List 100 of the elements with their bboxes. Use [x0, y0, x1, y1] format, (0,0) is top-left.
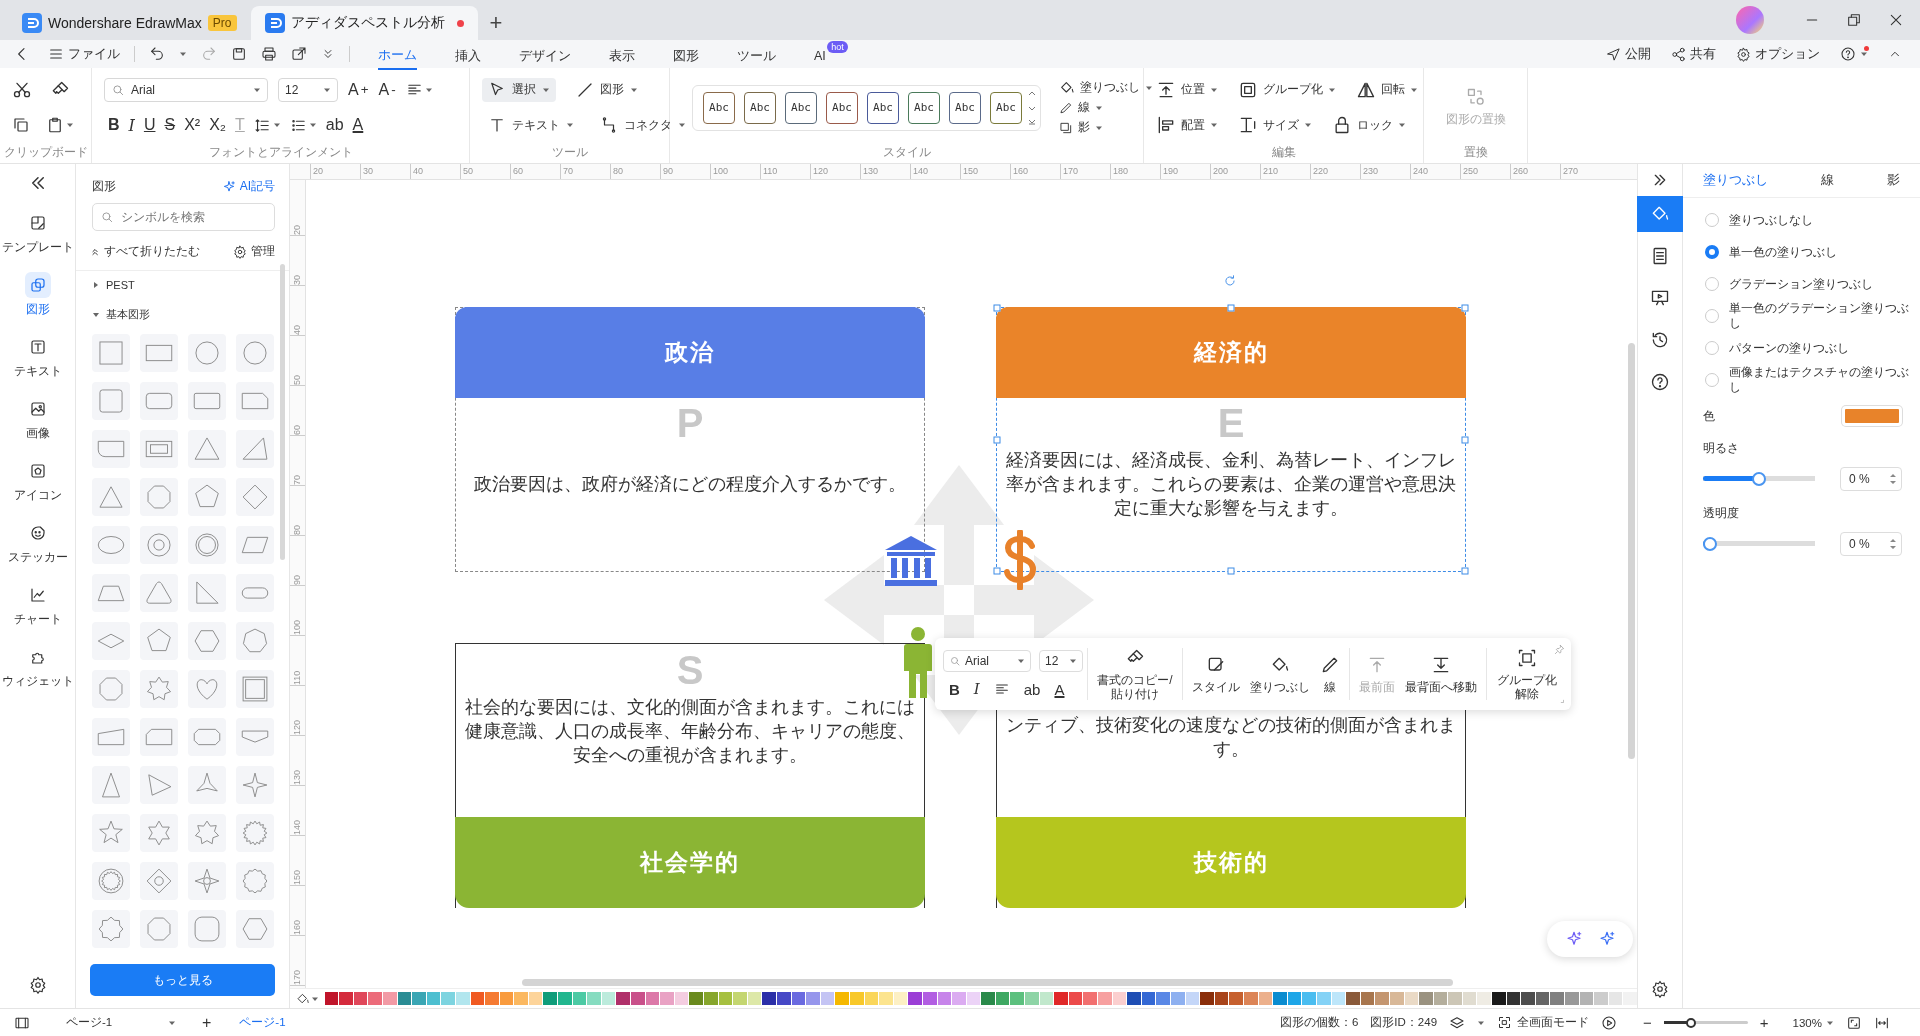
page-dropdown[interactable]: ページ-1 [66, 1015, 176, 1030]
category-header[interactable]: PEST [76, 271, 289, 299]
format-button[interactable]: ab [325, 116, 344, 135]
more-button[interactable]: もっと見る [90, 964, 275, 996]
format-button[interactable]: I [128, 115, 135, 135]
card-header: 経済的 [996, 307, 1466, 398]
ribbon-tab[interactable]: 挿入 [455, 39, 481, 69]
edit-button[interactable]: ロック [1332, 115, 1406, 136]
file-menu[interactable]: ファイル [48, 45, 120, 63]
edit-button[interactable]: グループ化 [1238, 79, 1336, 100]
slider-label: 透明度 [1703, 505, 1740, 522]
group-label: フォントとアラインメント [207, 144, 354, 161]
ruler-label: 70 [560, 164, 610, 179]
sidebar-item[interactable]: ウィジェット [0, 640, 76, 694]
edit-button[interactable]: 回転 [1356, 79, 1418, 100]
zoom-in-button[interactable]: + [1759, 1014, 1769, 1031]
ruler-label: 30 [360, 164, 410, 179]
ribbon-tab[interactable]: デザイン [519, 39, 571, 69]
ruler-label: 40 [290, 286, 305, 336]
toolbar-button[interactable]: グループ化解除 [1491, 647, 1563, 701]
tool-button[interactable]: テキスト [482, 113, 580, 138]
format-button[interactable]: X₂ [209, 116, 226, 135]
toolbar-button[interactable]: 塗りつぶし [1245, 654, 1315, 694]
line-button[interactable]: 線 [1059, 99, 1153, 116]
manage-button[interactable]: 管理 [233, 243, 275, 260]
font-color-button[interactable]: A [1054, 680, 1065, 698]
ruler-label: 30 [290, 236, 305, 286]
ruler-label: 200 [1210, 164, 1260, 179]
card-text: ンティブ、技術変化の速度などの技術的側面が含まれます。 [1005, 714, 1457, 761]
format-button[interactable]: ab [1023, 680, 1041, 698]
edit-button[interactable]: 配置 [1156, 115, 1218, 136]
italic-button[interactable]: I [973, 680, 980, 698]
sidebar-item[interactable]: テキスト [0, 330, 76, 384]
add-page-button[interactable]: + [202, 1013, 212, 1032]
ribbon-tab[interactable]: 図形 [673, 39, 699, 69]
toolbar-button[interactable]: 線 [1315, 654, 1345, 694]
shadow-button[interactable]: 影 [1059, 119, 1153, 136]
share-button[interactable]: 共有 [1671, 45, 1716, 63]
toolbar-button[interactable]: 書式のコピー/貼り付け [1092, 647, 1178, 701]
format-button[interactable]: A [352, 116, 364, 135]
style-sample[interactable]: Abc [949, 91, 981, 124]
format-button[interactable]: S [164, 116, 176, 135]
style-sample[interactable]: Abc [785, 91, 817, 124]
sidebar-item[interactable]: チャート [0, 578, 76, 632]
style-sample[interactable]: Abc [990, 91, 1022, 124]
new-tab-button[interactable]: + [477, 6, 515, 40]
document-tab[interactable]: アディダスペストル分析 [250, 6, 478, 40]
bold-button[interactable]: B [949, 680, 960, 698]
percent-field[interactable]: 0 % [1840, 532, 1902, 556]
toolbar-button[interactable]: スタイル [1187, 654, 1245, 694]
search-field[interactable]: シンボルを検索 [92, 203, 275, 231]
tool-button[interactable]: コネクタ [594, 113, 692, 138]
ruler-label: 260 [1510, 164, 1560, 179]
tool-button[interactable]: 選択 [482, 77, 556, 102]
style-sample[interactable]: Abc [867, 91, 899, 124]
edit-button[interactable]: 位置 [1156, 79, 1218, 100]
collapse-all-button[interactable]: すべて折りたたむ [90, 243, 200, 260]
card-header: 政治 [455, 307, 925, 398]
format-button[interactable]: X² [184, 116, 201, 135]
zoom-out-button[interactable]: − [1643, 1014, 1652, 1031]
ruler-label: 180 [1110, 164, 1160, 179]
percent-field[interactable]: 0 % [1840, 467, 1902, 491]
style-sample[interactable]: Abc [826, 91, 858, 124]
ruler-label: 100 [710, 164, 760, 179]
app-tab[interactable]: Wondershare EdrawMax Pro [8, 6, 251, 40]
sidebar-item[interactable]: ステッカー [0, 516, 76, 570]
zoom-percent[interactable]: 130% [1792, 1016, 1834, 1029]
publish-button[interactable]: 公開 [1606, 45, 1651, 63]
page-tab[interactable]: ページ-1 [239, 1015, 286, 1030]
format-button[interactable]: B [108, 116, 120, 135]
ai-symbols-link[interactable]: AI記号 [221, 178, 275, 195]
font-size-field[interactable]: 12 [278, 77, 338, 102]
font-field[interactable]: Arial [104, 77, 268, 102]
style-sample[interactable]: Abc [744, 91, 776, 124]
font-field[interactable]: Arial [943, 650, 1031, 672]
ruler-label: 160 [290, 886, 305, 936]
tool-button[interactable]: 図形 [570, 77, 644, 102]
ruler-label: 120 [290, 686, 305, 736]
panel-tab[interactable]: 影 [1887, 172, 1900, 189]
ribbon-tab[interactable]: ツール [737, 39, 776, 69]
ribbon-tab[interactable]: AI hot [814, 41, 848, 67]
sidebar-item[interactable]: テンプレート [0, 206, 76, 260]
shape-count: 図形の個数：6 [1279, 1015, 1359, 1030]
sidebar-item[interactable]: 図形 [0, 268, 76, 322]
format-button[interactable]: U [143, 116, 156, 135]
card-header: 社会学的 [455, 817, 925, 908]
fullscreen-button[interactable]: 全画面モード [1497, 1015, 1590, 1030]
sidebar-item[interactable]: 画像 [0, 392, 76, 446]
panel-tab[interactable]: 塗りつぶし [1703, 172, 1768, 189]
ribbon-tab[interactable]: 表示 [609, 39, 635, 69]
style-sample[interactable]: Abc [908, 91, 940, 124]
ruler-label: 80 [610, 164, 660, 179]
sidebar-item[interactable]: アイコン [0, 454, 76, 508]
font-size-field[interactable]: 12 [1039, 650, 1083, 672]
edit-button[interactable]: サイズ [1238, 115, 1312, 136]
fill-button[interactable]: 塗りつぶし [1059, 79, 1153, 96]
style-sample[interactable]: Abc [703, 91, 735, 124]
options-button[interactable]: オプション [1736, 45, 1820, 63]
panel-tab[interactable]: 線 [1821, 172, 1834, 189]
category-header[interactable]: 基本図形 [76, 299, 289, 330]
